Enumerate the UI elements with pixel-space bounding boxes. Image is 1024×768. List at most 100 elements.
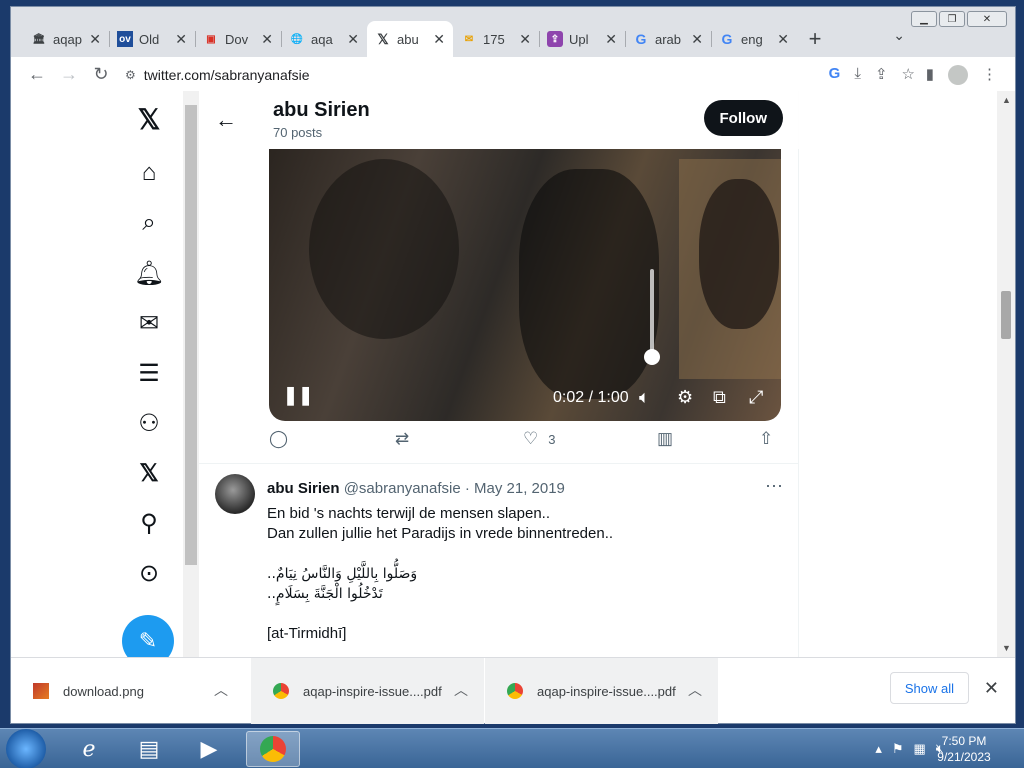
minimize-button[interactable]: ▁: [911, 11, 937, 27]
institution-icon: 🏛: [32, 33, 46, 45]
close-icon[interactable]: ✕: [433, 31, 445, 48]
volume-slider-knob[interactable]: [644, 349, 660, 365]
site-info-icon[interactable]: ⚙: [125, 68, 136, 82]
scroll-up-arrow-icon[interactable]: ▲: [1002, 95, 1011, 105]
back-arrow-icon[interactable]: ←: [215, 107, 237, 133]
close-icon[interactable]: ✕: [261, 31, 273, 48]
reply-button[interactable]: ◯: [269, 429, 288, 449]
tab-label: aqa: [311, 31, 333, 47]
tab-3[interactable]: 🌐 aqa ✕: [281, 21, 367, 57]
side-panel-icon[interactable]: ▮: [926, 65, 934, 85]
mute-speaker-icon[interactable]: 🔈︎: [639, 387, 650, 408]
notifications-bell-icon[interactable]: 🔔︎: [129, 253, 169, 293]
messages-envelope-icon[interactable]: ✉: [129, 303, 169, 343]
like-button[interactable]: ♡ 3: [523, 429, 555, 449]
follow-button[interactable]: Follow: [703, 100, 783, 136]
lists-icon[interactable]: ☰: [129, 353, 169, 393]
chrome-icon: [507, 683, 523, 699]
install-icon[interactable]: ⤓: [854, 65, 861, 83]
close-icon[interactable]: ✕: [89, 31, 101, 48]
pause-icon[interactable]: ❚❚: [283, 385, 313, 406]
tab-label: eng: [741, 31, 763, 47]
file-explorer-icon[interactable]: ▤: [122, 731, 176, 767]
google-lens-icon[interactable]: G: [829, 65, 841, 83]
tab-5[interactable]: ✉ 175 ✕: [453, 21, 539, 57]
views-button[interactable]: ▥: [657, 429, 673, 449]
upload-icon: ⇪: [547, 31, 563, 47]
network-icon[interactable]: ▦: [914, 741, 926, 757]
chevron-up-icon[interactable]: ︿: [454, 680, 468, 700]
tray-expand-icon[interactable]: ▴: [875, 741, 882, 757]
clock-date: 9/21/2023: [937, 750, 991, 764]
scroll-down-arrow-icon[interactable]: ▼: [1002, 643, 1011, 653]
flag-alert-icon[interactable]: ⚑: [892, 741, 904, 757]
bookmark-star-icon[interactable]: ☆: [902, 65, 915, 83]
inner-scrollbar[interactable]: [183, 91, 199, 657]
new-tab-button[interactable]: +: [797, 21, 833, 57]
reload-button[interactable]: ↻: [85, 58, 117, 90]
volume-slider-track[interactable]: [650, 269, 654, 359]
author-name[interactable]: abu Sirien: [267, 480, 340, 497]
chrome-taskbar-icon[interactable]: [246, 731, 300, 767]
download-item[interactable]: download.png ︿: [11, 658, 244, 724]
communities-icon[interactable]: ⚇: [129, 403, 169, 443]
start-button[interactable]: [6, 729, 46, 768]
download-item[interactable]: aqap-inspire-issue....pdf ︿: [485, 658, 718, 724]
tab-strip: 🏛 aqap ✕ ov Old ✕ ▣ Dov ✕ 🌐 aqa ✕ 𝕏 abu …: [11, 7, 1015, 57]
share-icon[interactable]: ⇪: [875, 65, 888, 83]
tab-8[interactable]: G eng ✕: [711, 21, 797, 57]
close-icon[interactable]: ✕: [347, 31, 359, 48]
video-player[interactable]: ❚❚ 0:02 / 1:00 🔈︎ ⚙ ⧉ ⤢: [269, 149, 781, 421]
x-logo-icon[interactable]: 𝕏: [129, 99, 169, 139]
back-button[interactable]: ←: [21, 58, 53, 90]
more-options-icon[interactable]: ⋯: [765, 476, 783, 497]
home-icon[interactable]: ⌂: [129, 153, 169, 193]
author-handle[interactable]: @sabranyanafsie: [344, 480, 461, 497]
premium-x-icon[interactable]: 𝕏: [129, 453, 169, 493]
chevron-down-icon[interactable]: ⌄: [893, 27, 905, 44]
close-icon[interactable]: ✕: [691, 31, 703, 48]
clock[interactable]: 7:50 PM 9/21/2023: [934, 733, 994, 765]
settings-gear-icon[interactable]: ⚙: [677, 387, 693, 408]
tweet-text: En bid 's nachts terwijl de mensen slape…: [267, 504, 787, 644]
avatar[interactable]: [215, 474, 255, 514]
close-window-button[interactable]: ✕: [967, 11, 1007, 27]
tab-2[interactable]: ▣ Dov ✕: [195, 21, 281, 57]
fullscreen-icon[interactable]: ⤢: [749, 387, 763, 408]
share-button[interactable]: ⇧: [759, 429, 773, 449]
chevron-up-icon[interactable]: ︿: [688, 680, 702, 700]
chevron-up-icon[interactable]: ︿: [214, 680, 228, 700]
menu-kebab-icon[interactable]: ⋮: [982, 65, 997, 85]
heart-icon: ♡: [523, 429, 539, 448]
close-icon[interactable]: ✕: [605, 31, 617, 48]
tab-0[interactable]: 🏛 aqap ✕: [23, 21, 109, 57]
post-count: 70 posts: [273, 125, 323, 140]
media-player-icon[interactable]: ▶: [182, 731, 236, 767]
tweet-date[interactable]: · May 21, 2019: [465, 480, 565, 497]
download-item[interactable]: aqap-inspire-issue....pdf ︿: [251, 658, 484, 724]
tab-6[interactable]: ⇪ Upl ✕: [539, 21, 625, 57]
forward-button[interactable]: →: [53, 58, 85, 90]
close-icon[interactable]: ✕: [175, 31, 187, 48]
tab-7[interactable]: G arab ✕: [625, 21, 711, 57]
scrollbar-thumb[interactable]: [1001, 291, 1011, 339]
page-scrollbar[interactable]: ▲ ▼: [997, 91, 1015, 657]
tweet[interactable]: abu Sirien @sabranyanafsie · May 21, 201…: [199, 463, 799, 657]
profile-name: abu Sirien: [273, 99, 370, 121]
tab-1[interactable]: ov Old ✕: [109, 21, 195, 57]
internet-explorer-icon[interactable]: ℯ: [62, 731, 116, 767]
close-icon[interactable]: ✕: [519, 31, 531, 48]
maximize-button[interactable]: ❐: [939, 11, 965, 27]
address-bar[interactable]: ⚙ twitter.com/sabranyanafsie: [125, 61, 933, 89]
close-icon[interactable]: ✕: [984, 678, 999, 699]
taskbar: ℯ ▤ ▶ ▴ ⚑ ▦ 🔇︎ 7:50 PM 9/21/2023: [0, 728, 1024, 768]
search-icon[interactable]: ⌕: [129, 203, 169, 243]
show-all-button[interactable]: Show all: [889, 672, 969, 704]
more-circle-icon[interactable]: ⊙: [129, 553, 169, 593]
profile-avatar[interactable]: [948, 65, 968, 85]
close-icon[interactable]: ✕: [777, 31, 789, 48]
tab-4[interactable]: 𝕏 abu ✕: [367, 21, 453, 57]
profile-person-icon[interactable]: ⚲: [129, 503, 169, 543]
picture-in-picture-icon[interactable]: ⧉: [713, 387, 726, 408]
retweet-button[interactable]: ⇄: [395, 429, 409, 449]
